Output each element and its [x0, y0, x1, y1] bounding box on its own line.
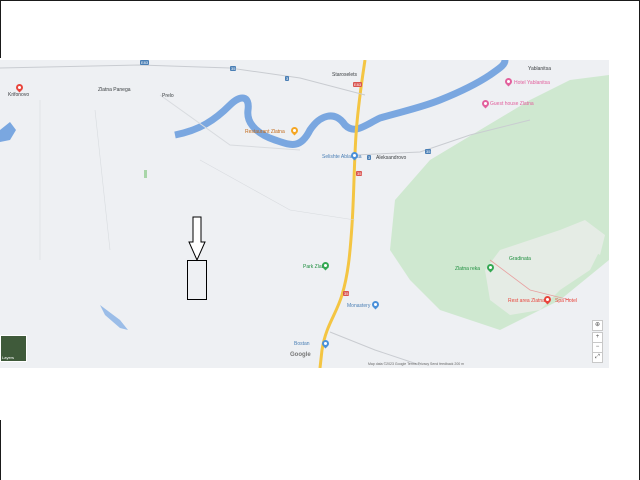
river [0, 122, 16, 142]
road [0, 64, 366, 96]
poi-pin-icon[interactable] [14, 82, 25, 93]
route-shield: E83 [140, 60, 150, 65]
village-label: Zlatna Panega [98, 87, 131, 93]
map-attribution: Map data ©2023 Google Terms Privacy Send… [368, 362, 465, 366]
google-logo: Google [290, 352, 311, 358]
village-label: Aleksandrovo [376, 155, 407, 161]
map-canvas[interactable]: Krifonovo Zlatna Panega Prelo Staroselet… [0, 60, 609, 368]
road [199, 159, 356, 221]
layers-label: Layers [2, 355, 15, 360]
layers-thumbnail[interactable]: Layers [0, 335, 27, 362]
village-label: Prelo [162, 93, 174, 99]
poi-pin-icon[interactable] [320, 338, 331, 349]
road [329, 331, 421, 366]
poi-label: Monastery [347, 303, 371, 309]
poi-label: Rest area Zlatna [508, 298, 545, 304]
route-shield: 3 [285, 76, 290, 81]
main-road [318, 60, 367, 368]
park-label: Zlatna reka [455, 266, 481, 272]
poi-pin-icon[interactable] [542, 294, 553, 305]
route-shield: 3 [367, 155, 372, 160]
hotel-label: Guest house Zlatna [490, 101, 534, 107]
road [94, 109, 111, 251]
poi-label: Bostan [294, 341, 310, 347]
town-label: Staroselets [332, 72, 358, 78]
page-border [0, 0, 639, 1]
park-pin-icon[interactable] [320, 260, 331, 271]
green-patch [144, 170, 147, 178]
route-shield: E83 [353, 82, 363, 87]
park-pin-icon[interactable] [485, 262, 496, 273]
place-pin-icon[interactable] [349, 150, 360, 161]
hotel-label: Spa Hotel [555, 298, 577, 304]
route-shield: 35 [356, 171, 363, 176]
restaurant-label: Restaurant Zlatna [245, 129, 285, 135]
page-border [0, 420, 1, 480]
town-label: Yablanitsa [528, 66, 551, 72]
hotel-pin-icon[interactable] [480, 98, 491, 109]
hotel-label: Hotel Yablanitsa [514, 80, 550, 86]
compass-icon[interactable]: ⊕ [592, 320, 603, 331]
hotel-pin-icon[interactable] [503, 76, 514, 87]
route-shield: 35 [425, 149, 432, 154]
fullscreen-icon[interactable]: ⤢ [592, 352, 603, 363]
down-arrow-icon [188, 216, 206, 262]
restaurant-pin-icon[interactable] [289, 125, 300, 136]
highlight-rectangle [187, 260, 207, 300]
page-border [0, 0, 1, 58]
river [100, 305, 128, 330]
forest-label: Gradinata [509, 256, 531, 262]
route-shield: 35 [343, 291, 350, 296]
route-shield: 35 [230, 66, 237, 71]
poi-pin-icon[interactable] [370, 299, 381, 310]
